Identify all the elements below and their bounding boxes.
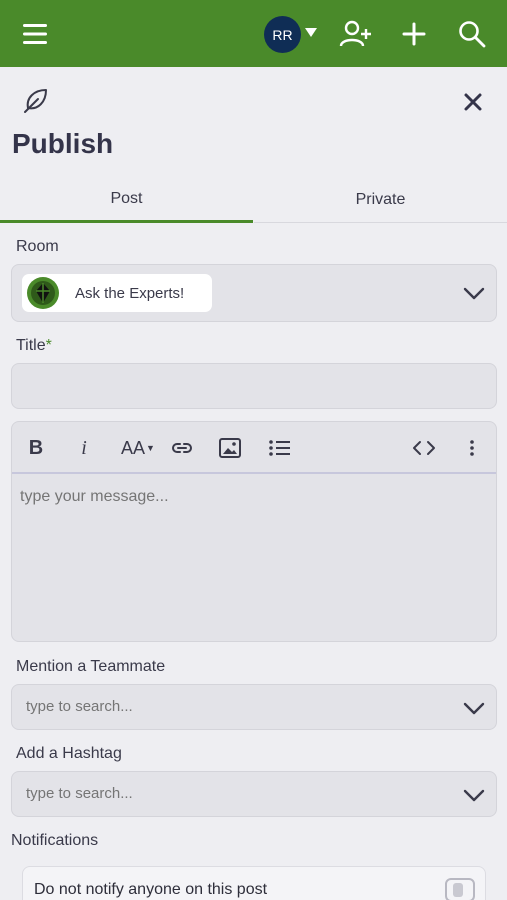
close-icon[interactable]	[458, 87, 488, 117]
image-icon[interactable]	[218, 434, 242, 462]
italic-button[interactable]: i	[74, 434, 94, 462]
chevron-down-icon[interactable]	[462, 281, 486, 305]
font-size-caret-icon: ▼	[146, 443, 155, 453]
room-select[interactable]: Ask the Experts!	[11, 264, 497, 322]
tab-bar: Post Private	[0, 178, 507, 223]
bold-button[interactable]: B	[26, 434, 46, 462]
code-icon[interactable]	[412, 434, 436, 462]
caret-down-icon[interactable]	[303, 24, 319, 40]
link-icon[interactable]	[170, 434, 194, 462]
page-title: Publish	[12, 128, 114, 159]
add-user-icon[interactable]	[336, 14, 376, 54]
title-label: Title*	[16, 337, 52, 354]
room-chip[interactable]: Ask the Experts!	[22, 274, 212, 312]
hashtag-label: Add a Hashtag	[16, 745, 122, 762]
top-app-bar: RR	[0, 0, 507, 67]
hashtag-search-input[interactable]	[26, 785, 446, 802]
search-icon[interactable]	[452, 14, 492, 54]
notify-toggle[interactable]	[445, 878, 475, 900]
font-size-button[interactable]: AA ▼	[120, 434, 156, 462]
more-options-icon[interactable]	[464, 434, 480, 462]
plus-icon[interactable]	[394, 14, 434, 54]
required-mark: *	[45, 337, 52, 354]
room-chip-label: Ask the Experts!	[75, 284, 185, 302]
notifications-label: Notifications	[11, 832, 99, 849]
font-size-label: AA	[121, 437, 146, 458]
room-label: Room	[16, 238, 59, 255]
notify-option-label: Do not notify anyone on this post	[34, 881, 268, 898]
tab-private[interactable]: Private	[254, 178, 507, 223]
tab-post[interactable]: Post	[0, 178, 253, 223]
mention-select[interactable]	[11, 684, 497, 730]
bullet-list-icon[interactable]	[268, 434, 292, 462]
avatar[interactable]: RR	[264, 16, 301, 53]
hamburger-icon[interactable]	[15, 14, 55, 54]
mention-label: Mention a Teammate	[16, 658, 166, 675]
room-logo-icon	[27, 277, 59, 309]
feather-icon	[20, 86, 50, 116]
chevron-down-icon[interactable]	[462, 696, 486, 720]
chevron-down-icon[interactable]	[462, 783, 486, 807]
message-editor: B i AA ▼	[11, 421, 497, 642]
editor-toolbar: B i AA ▼	[12, 422, 496, 474]
message-input[interactable]	[20, 488, 480, 506]
title-input[interactable]	[11, 363, 497, 409]
hashtag-select[interactable]	[11, 771, 497, 817]
notify-option[interactable]: Do not notify anyone on this post	[22, 866, 486, 900]
mention-search-input[interactable]	[26, 698, 446, 715]
